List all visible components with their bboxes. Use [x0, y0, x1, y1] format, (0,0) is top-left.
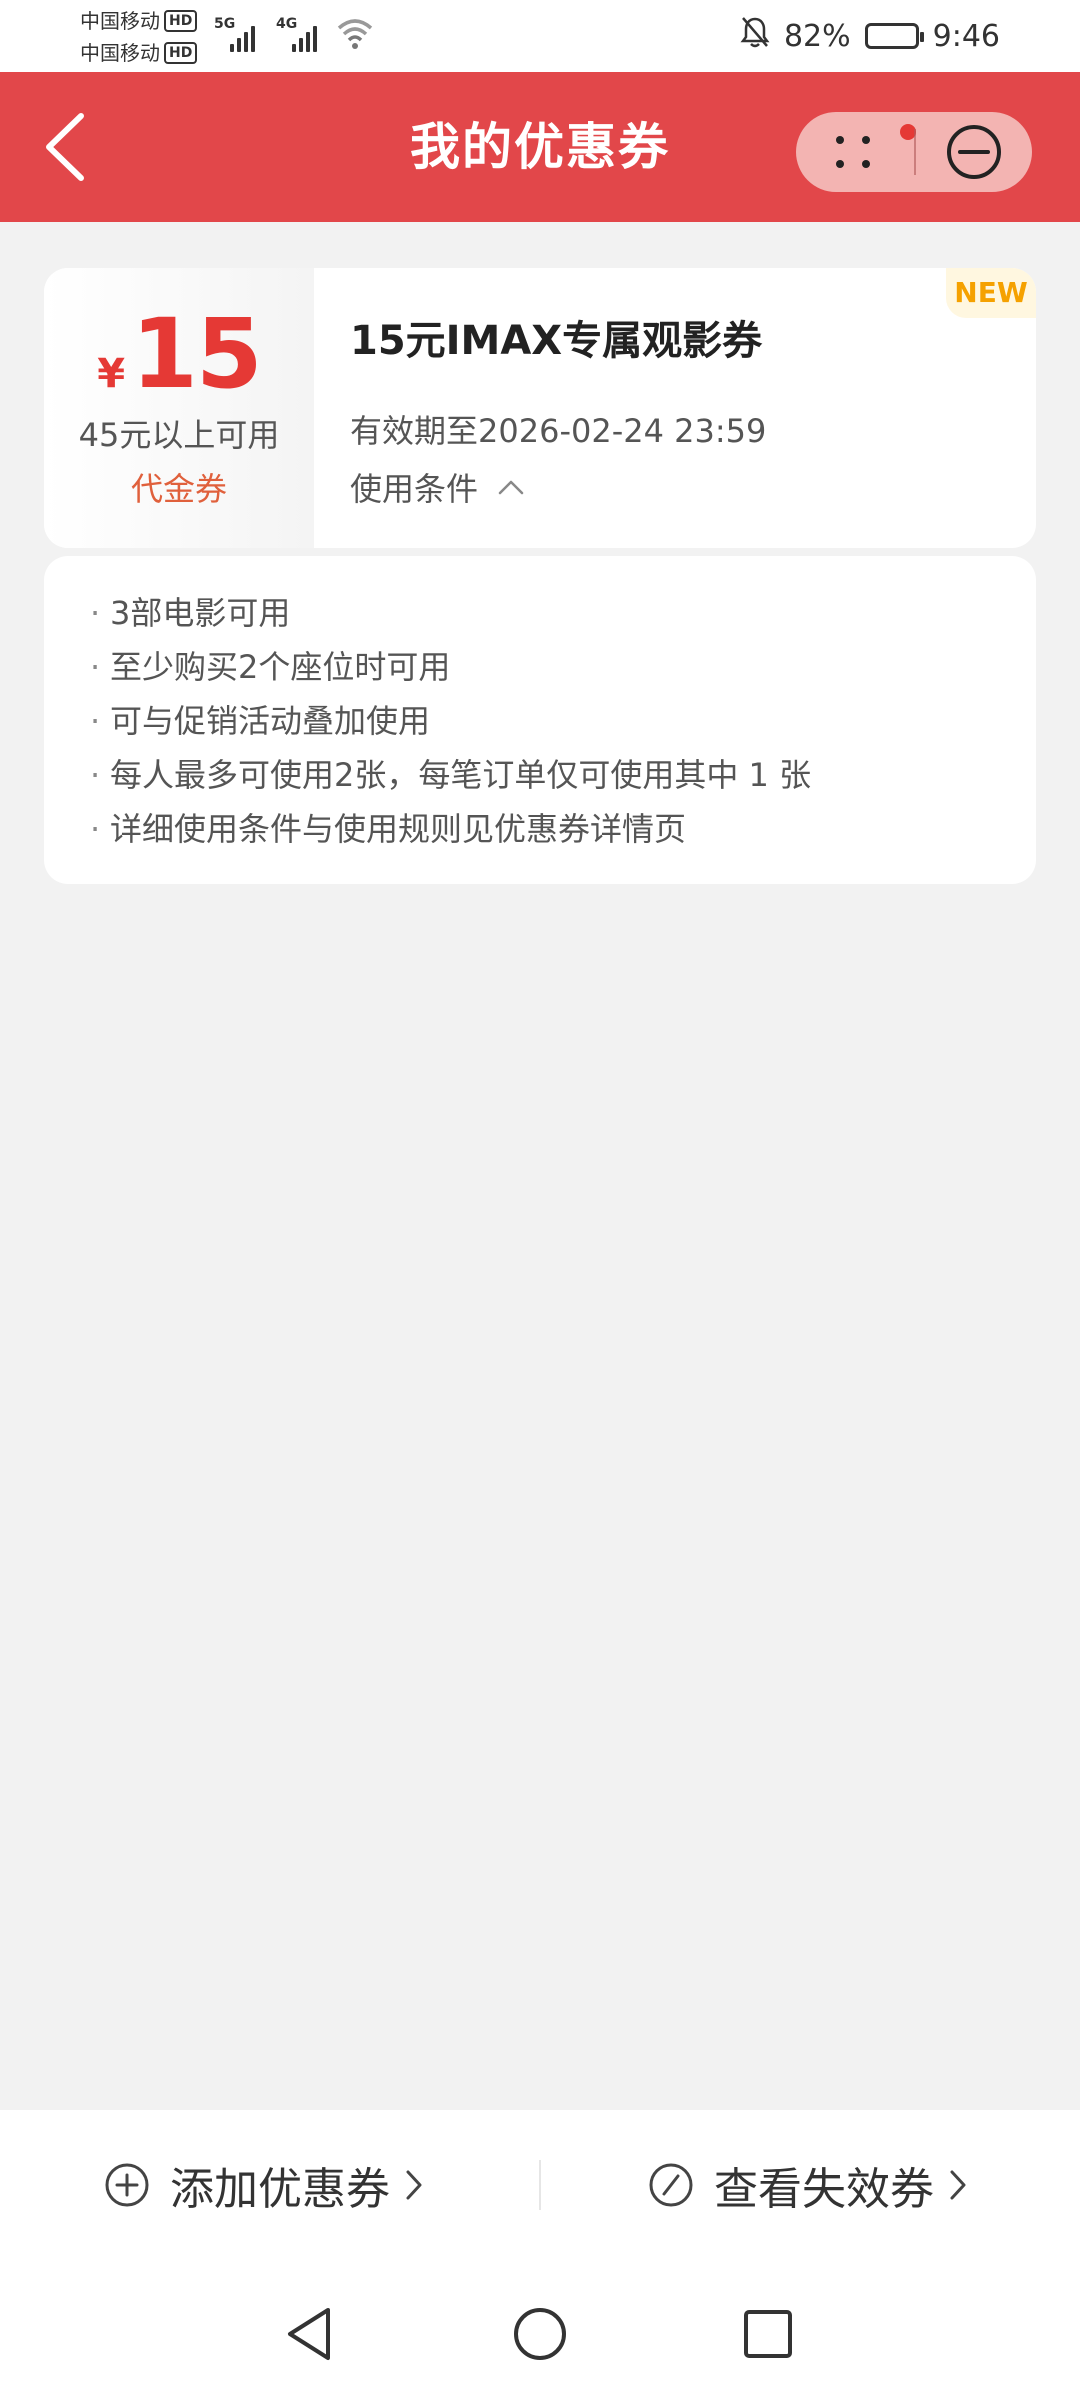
minus-circle-icon — [947, 125, 1001, 179]
coupon-info-panel: 15元IMAX专属观影券 有效期至2026-02-24 23:59 使用条件 — [314, 268, 1036, 548]
more-button[interactable] — [796, 112, 916, 192]
carrier-line-2: 中国移动 HD — [80, 40, 198, 66]
coupon-value-panel: ¥ 15 45元以上可用 代金券 — [44, 268, 314, 548]
add-coupon-label: 添加优惠券 — [170, 2164, 390, 2215]
mini-program-capsule — [796, 112, 1032, 192]
condition-item: · 每人最多可使用2张，每笔订单仅可使用其中 1 张 — [90, 748, 1036, 802]
close-button[interactable] — [916, 112, 1032, 192]
coupon-card[interactable]: ¥ 15 45元以上可用 代金券 15元IMAX专属观影券 有效期至2026-0… — [44, 268, 1036, 548]
signal-5g-icon: 5G — [214, 16, 270, 56]
dots-icon — [836, 136, 870, 168]
condition-text: 详细使用条件与使用规则见优惠券详情页 — [110, 810, 687, 848]
condition-item: · 至少购买2个座位时可用 — [90, 640, 1036, 694]
hd-badge-1: HD — [164, 10, 198, 32]
nav-recent-button[interactable] — [738, 2304, 798, 2364]
bottom-action-bar: 添加优惠券 查看失效券 — [0, 2110, 1080, 2260]
status-bar: 中国移动 HD 中国移动 HD 5G 4G 82% 9:46 — [0, 0, 1080, 72]
carrier-line-1: 中国移动 HD — [80, 8, 198, 34]
slash-circle-icon — [649, 2163, 693, 2207]
coupon-expiry: 有效期至2026-02-24 23:59 — [350, 412, 767, 450]
chevron-right-icon — [406, 2170, 422, 2200]
view-expired-label: 查看失效券 — [714, 2164, 934, 2215]
mute-bell-icon — [740, 15, 770, 57]
wifi-icon — [336, 16, 376, 56]
battery-percent: 82% — [783, 18, 851, 54]
chevron-up-icon — [498, 480, 524, 495]
condition-text: 3部电影可用 — [110, 594, 291, 632]
condition-item: · 3部电影可用 — [90, 586, 1036, 640]
condition-item: · 详细使用条件与使用规则见优惠券详情页 — [90, 802, 1036, 856]
carrier-info: 中国移动 HD 中国移动 HD — [80, 6, 210, 66]
signal-4g-icon: 4G — [276, 16, 332, 56]
status-right: 82% 9:46 — [740, 14, 1000, 58]
coupon-type: 代金券 — [130, 470, 227, 508]
coupon-min-spend: 45元以上可用 — [78, 416, 280, 454]
carrier-name-1: 中国移动 — [80, 9, 160, 33]
coupon-amount: 15 — [131, 298, 263, 410]
bullet: · — [90, 648, 101, 686]
plus-circle-icon — [105, 2163, 149, 2207]
hd-badge-2: HD — [164, 42, 198, 64]
system-nav-bar — [0, 2260, 1080, 2400]
carrier-name-2: 中国移动 — [80, 41, 160, 65]
add-coupon-button[interactable]: 添加优惠券 — [104, 2110, 424, 2260]
usage-conditions-label: 使用条件 — [350, 470, 479, 508]
triangle-back-icon — [288, 2308, 330, 2360]
currency-symbol: ¥ — [97, 351, 126, 397]
clock: 9:46 — [932, 18, 1000, 54]
nav-home-button[interactable] — [510, 2304, 570, 2364]
chevron-right-icon — [950, 2170, 966, 2200]
circle-home-icon — [514, 2308, 566, 2360]
back-button[interactable] — [30, 110, 100, 184]
coupon-name: 15元IMAX专属观影券 — [350, 318, 763, 364]
bullet: · — [90, 594, 101, 632]
capsule-divider — [914, 129, 916, 175]
usage-conditions-toggle[interactable]: 使用条件 — [350, 464, 524, 510]
view-expired-button[interactable]: 查看失效券 — [648, 2110, 968, 2260]
bullet: · — [90, 810, 101, 848]
condition-text: 每人最多可使用2张，每笔订单仅可使用其中 1 张 — [110, 756, 812, 794]
condition-item: · 可与促销活动叠加使用 — [90, 694, 1036, 748]
square-recents-icon — [744, 2310, 792, 2358]
coupon-price: ¥ 15 — [44, 304, 314, 404]
action-divider — [539, 2160, 541, 2210]
chevron-left-icon — [46, 113, 84, 181]
new-badge: NEW — [946, 268, 1036, 318]
nav-back-button[interactable] — [280, 2304, 340, 2364]
condition-text: 至少购买2个座位时可用 — [110, 648, 451, 686]
battery-icon — [864, 23, 924, 49]
condition-text: 可与促销活动叠加使用 — [110, 702, 431, 740]
bullet: · — [90, 756, 101, 794]
usage-conditions-panel: · 3部电影可用 · 至少购买2个座位时可用 · 可与促销活动叠加使用 · 每人… — [44, 556, 1036, 884]
bullet: · — [90, 702, 101, 740]
page-header: 我的优惠券 — [0, 72, 1080, 222]
